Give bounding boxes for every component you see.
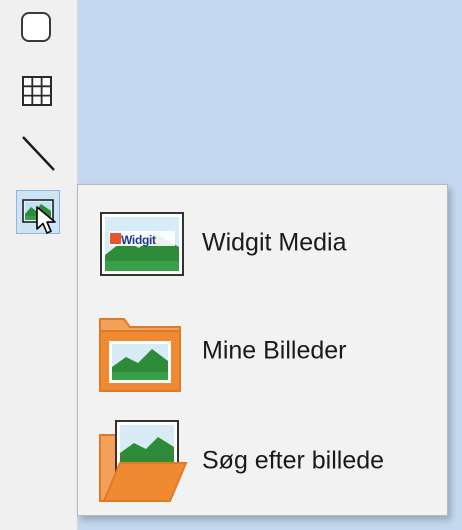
rounded-rectangle-tool[interactable] (14, 4, 58, 48)
line-icon (22, 136, 55, 171)
menu-item-label: Mine Billeder (202, 336, 347, 365)
picture-source-menu: Widgit Widgit Media Mine Billeder Søg ef… (77, 184, 448, 516)
toolbar (0, 0, 78, 530)
rounded-rectangle-icon (21, 12, 51, 42)
menu-item-label: Widgit Media (202, 228, 347, 257)
widgit-logo-text: Widgit (121, 233, 156, 247)
menu-item-label: Søg efter billede (202, 446, 385, 475)
menu-item-soeg-efter-billede[interactable]: Søg efter billede (78, 411, 447, 511)
table-grid-icon (22, 76, 52, 106)
menu-item-widgit-media[interactable]: Widgit Widgit Media (78, 193, 447, 293)
insert-picture-tool[interactable] (16, 190, 60, 234)
open-folder-picture-icon (94, 415, 190, 511)
line-tool[interactable] (14, 130, 58, 174)
mouse-cursor-icon (36, 206, 56, 234)
menu-item-mine-billeder[interactable]: Mine Billeder (78, 301, 447, 401)
table-tool[interactable] (14, 68, 58, 112)
widgit-media-icon: Widgit (94, 195, 190, 291)
folder-picture-icon (94, 305, 190, 401)
